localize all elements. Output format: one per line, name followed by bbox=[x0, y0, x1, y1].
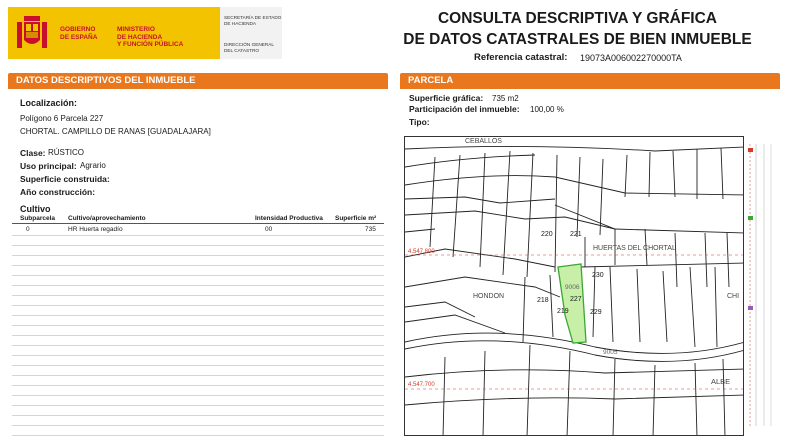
table-header-divider bbox=[12, 223, 384, 224]
page-title: CONSULTA DESCRIPTIVA Y GRÁFICA DE DATOS … bbox=[403, 10, 752, 48]
map-label-huertas: HUERTAS DEL CHORTAL bbox=[593, 245, 676, 252]
table-row-rule bbox=[12, 315, 384, 316]
table-row-rule bbox=[12, 345, 384, 346]
table-row-rule bbox=[12, 355, 384, 356]
table-cell-intensidad: 00 bbox=[265, 226, 273, 233]
table-row-rule bbox=[12, 245, 384, 246]
table-row-rule bbox=[12, 405, 384, 406]
section-bar-inmueble: DATOS DESCRIPTIVOS DEL INMUEBLE bbox=[8, 73, 388, 89]
superficie-grafica-value: 735 m2 bbox=[492, 94, 519, 103]
clase-label: Clase: bbox=[20, 148, 46, 158]
cultivo-label: Cultivo bbox=[20, 204, 51, 214]
table-cell-subparcela: 0 bbox=[26, 226, 30, 233]
cadastral-map[interactable]: CEBALLOS HUERTAS DEL CHORTAL HONDON ALBE… bbox=[404, 136, 744, 436]
secretaria-label: SECRETARÍA DE ESTADO DE HACIENDA bbox=[224, 15, 282, 26]
map-label-chi: CHI bbox=[727, 293, 740, 300]
map-label-albe: ALBE bbox=[711, 377, 731, 386]
participacion-value: 100,00 % bbox=[530, 105, 564, 114]
parcel-label-229: 229 bbox=[590, 309, 602, 316]
ref-value: 19073A006002270000TA bbox=[580, 53, 682, 63]
uso-value: Agrario bbox=[80, 161, 106, 170]
parcel-label-218: 218 bbox=[537, 297, 549, 304]
table-row-rule bbox=[12, 385, 384, 386]
map-label-hondon: HONDON bbox=[473, 293, 505, 300]
coat-of-arms-icon bbox=[17, 16, 47, 48]
selected-parcel-227[interactable] bbox=[557, 263, 587, 344]
legend-graphics bbox=[748, 144, 772, 426]
superficie-grafica-label: Superficie gráfica: bbox=[409, 93, 484, 103]
section-bar-parcela: PARCELA bbox=[400, 73, 780, 89]
table-row-rule bbox=[12, 285, 384, 286]
direccion-label: DIRECCIÓN GENERAL DEL CATASTRO bbox=[224, 42, 275, 53]
ministerio-label: MINISTERIO DE HACIENDA Y FUNCIÓN PÚBLICA bbox=[117, 26, 184, 48]
map-label-ceballos: CEBALLOS bbox=[465, 138, 502, 145]
localizacion-label: Localización: bbox=[20, 98, 78, 108]
table-row-rule bbox=[12, 235, 384, 236]
table-header-intensidad: Intensidad Productiva bbox=[255, 215, 323, 222]
table-row-rule bbox=[12, 335, 384, 336]
table-row-rule bbox=[12, 435, 384, 436]
parcel-label-227: 227 bbox=[570, 296, 582, 303]
parcel-label-9005: 9005 bbox=[603, 349, 618, 356]
parcel-label-221: 221 bbox=[570, 231, 582, 238]
bar-title-prefix: DATOS DESCRIPTIVOS DEL bbox=[16, 75, 146, 86]
parcel-label-9006: 9006 bbox=[565, 284, 580, 291]
table-row-rule bbox=[12, 395, 384, 396]
table-row-rule bbox=[12, 325, 384, 326]
table-header-subparcela: Subparcela bbox=[20, 215, 56, 222]
table-cell-superficie: 735 bbox=[365, 226, 376, 233]
tipo-label: Tipo: bbox=[409, 117, 430, 127]
localizacion-line2: CHORTAL. CAMPILLO DE RANAS [GUADALAJARA] bbox=[20, 127, 211, 136]
anio-construccion-label: Año construcción: bbox=[20, 187, 96, 197]
ref-label: Referencia catastral: bbox=[474, 52, 568, 63]
uso-label: Uso principal: bbox=[20, 161, 77, 171]
localizacion-line1: Polígono 6 Parcela 227 bbox=[20, 114, 104, 123]
coord-y-upper: 4.547.800 bbox=[408, 249, 435, 255]
table-header-superficie: Superficie m² bbox=[335, 215, 377, 222]
table-row-rule bbox=[12, 275, 384, 276]
map-legend-strip bbox=[744, 136, 778, 436]
bar-title-highlight: INMUEBLE bbox=[145, 75, 196, 86]
superficie-construida-label: Superficie construida: bbox=[20, 174, 110, 184]
table-row-rule bbox=[12, 425, 384, 426]
table-row-rule bbox=[12, 255, 384, 256]
participacion-label: Participación del inmueble: bbox=[409, 104, 520, 114]
clase-value: RÚSTICO bbox=[48, 148, 84, 157]
coord-y-lower: 4.547.700 bbox=[408, 382, 435, 388]
table-row-rule bbox=[12, 375, 384, 376]
parcel-label-230: 230 bbox=[592, 272, 604, 279]
table-row-rule bbox=[12, 415, 384, 416]
table-row-rule bbox=[12, 365, 384, 366]
table-row-rule bbox=[12, 305, 384, 306]
table-header-cultivo: Cultivo/aprovechamiento bbox=[68, 215, 146, 222]
table-row-rule bbox=[12, 295, 384, 296]
table-row-rule bbox=[12, 265, 384, 266]
gobierno-label: GOBIERNO DE ESPAÑA bbox=[60, 26, 98, 41]
table-cell-cultivo: HR Huerta regadío bbox=[68, 226, 123, 233]
parcel-label-219: 219 bbox=[557, 308, 569, 315]
parcel-label-220: 220 bbox=[541, 231, 553, 238]
